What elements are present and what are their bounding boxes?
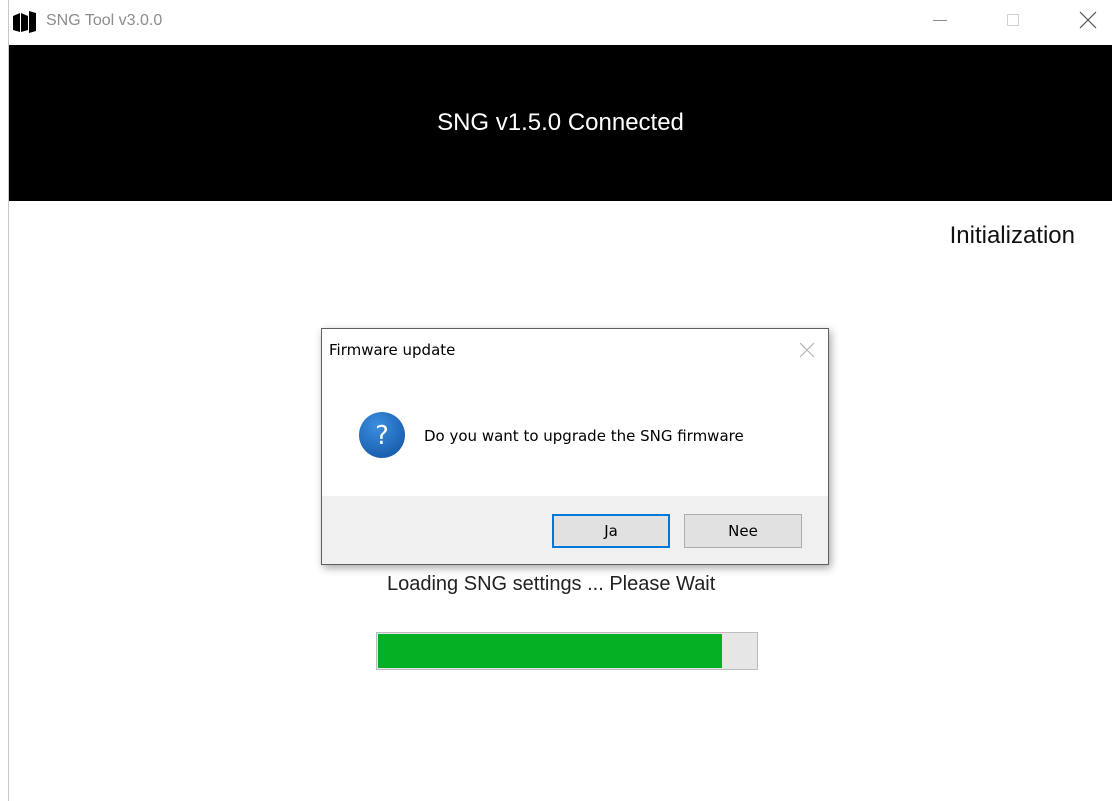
progress-bar-fill xyxy=(378,634,722,668)
connection-status: SNG v1.5.0 Connected xyxy=(437,109,684,136)
progress-bar xyxy=(376,632,758,670)
maximize-icon xyxy=(1005,12,1021,33)
loading-status-text: Loading SNG settings ... Please Wait xyxy=(387,573,716,595)
dialog-button-bar: Ja Nee xyxy=(322,496,828,564)
dialog-close-icon[interactable] xyxy=(798,341,816,359)
dialog-title: Firmware update xyxy=(329,341,456,359)
title-bar[interactable]: SNG Tool v3.0.0 xyxy=(9,0,1112,45)
no-button[interactable]: Nee xyxy=(684,514,802,548)
minimize-button[interactable] xyxy=(917,0,963,45)
app-logo-icon xyxy=(11,10,37,34)
close-icon xyxy=(1079,11,1097,34)
question-icon: ? xyxy=(358,411,406,459)
minimize-icon xyxy=(932,12,948,33)
window-title: SNG Tool v3.0.0 xyxy=(46,12,163,29)
yes-button[interactable]: Ja xyxy=(552,514,670,548)
svg-text:?: ? xyxy=(375,421,389,451)
app-window: SNG Tool v3.0.0 SNG v1.5.0 Connected Ini… xyxy=(0,0,1112,801)
connection-header: SNG v1.5.0 Connected xyxy=(9,45,1112,201)
dialog-message: Do you want to upgrade the SNG firmware xyxy=(424,427,744,445)
close-button[interactable] xyxy=(1065,0,1111,45)
stage-label: Initialization xyxy=(949,222,1075,249)
maximize-button[interactable] xyxy=(990,0,1036,45)
firmware-update-dialog: Firmware update ? Do you want to upgrade… xyxy=(321,328,829,565)
